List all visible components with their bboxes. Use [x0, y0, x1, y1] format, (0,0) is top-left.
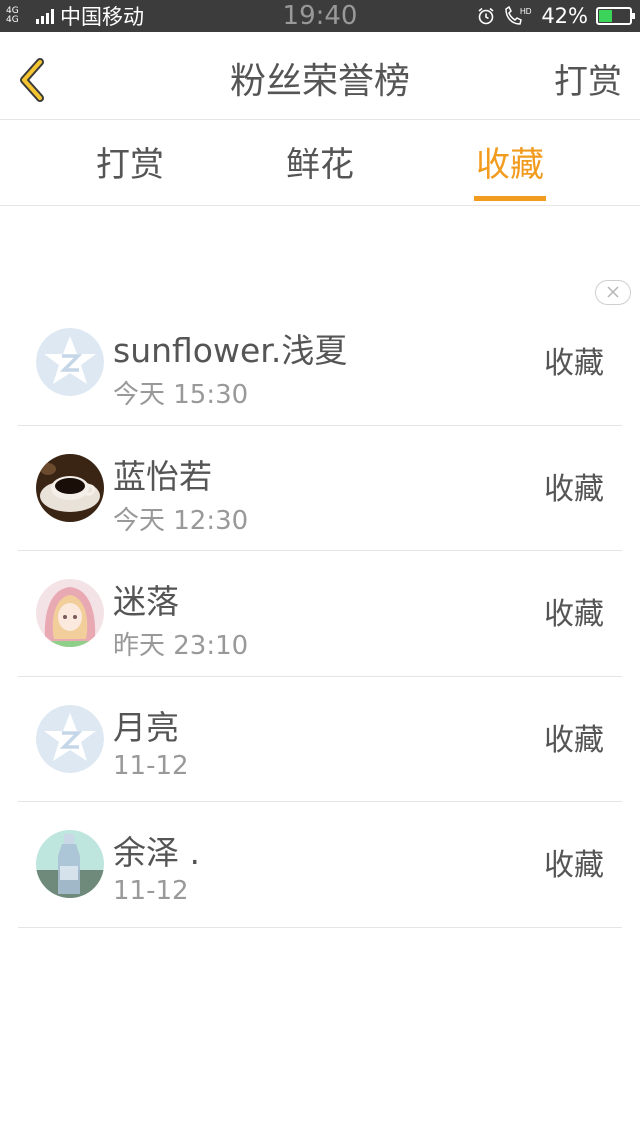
- list-item[interactable]: sunflower.浅夏 今天 15:30 收藏: [18, 300, 622, 426]
- anime-girl-avatar[interactable]: [36, 579, 104, 647]
- reward-button[interactable]: 打赏: [554, 32, 622, 120]
- bottle-photo-avatar[interactable]: [36, 830, 104, 898]
- list-item[interactable]: 迷落 昨天 23:10 收藏: [18, 551, 622, 677]
- fan-action: 收藏: [544, 848, 604, 883]
- tab-favorites[interactable]: 收藏: [440, 121, 580, 206]
- tab-reward[interactable]: 打赏: [60, 121, 200, 206]
- fan-list: sunflower.浅夏 今天 15:30 收藏 蓝怡若 今天 12:30 收藏: [18, 300, 622, 928]
- chevron-left-icon: [20, 58, 44, 102]
- status-bar: 4G 4G 中国移动 19:40 HD 42%: [0, 0, 640, 32]
- fan-time: 11-12: [113, 750, 189, 781]
- coffee-cup-avatar[interactable]: [36, 453, 104, 522]
- fan-name[interactable]: 月亮: [113, 701, 179, 749]
- tab-label: 收藏: [476, 145, 544, 185]
- tab-label: 鲜花: [286, 145, 354, 185]
- fan-name[interactable]: 余泽 .: [113, 826, 200, 874]
- battery-percent: 42%: [541, 4, 588, 28]
- battery-fill: [599, 10, 612, 22]
- list-item[interactable]: 余泽 . 11-12 收藏: [18, 802, 622, 928]
- fan-action: 收藏: [544, 471, 604, 507]
- app-header: 粉丝荣誉榜 打赏: [0, 32, 640, 120]
- list-item[interactable]: 月亮 11-12 收藏: [18, 677, 622, 802]
- tab-label: 打赏: [96, 145, 164, 185]
- active-tab-indicator: [474, 196, 546, 201]
- hd-call-icon: HD: [505, 6, 532, 25]
- fan-action: 收藏: [544, 346, 604, 381]
- fan-action: 收藏: [544, 722, 604, 758]
- fan-time: 11-12: [113, 876, 189, 906]
- alarm-icon: [478, 7, 494, 25]
- qq-default-avatar[interactable]: [36, 704, 104, 773]
- fan-name[interactable]: 蓝怡若: [113, 450, 212, 498]
- fan-time: 昨天 23:10: [113, 631, 249, 661]
- tab-bar: 打赏 鲜花 收藏: [0, 121, 640, 206]
- fan-action: 收藏: [544, 597, 604, 632]
- back-button[interactable]: [14, 56, 58, 102]
- page-title: 粉丝荣誉榜: [229, 61, 410, 102]
- fan-time: 今天 15:30: [113, 380, 249, 410]
- fan-name[interactable]: sunflower.浅夏: [113, 324, 347, 372]
- fan-time: 今天 12:30: [113, 505, 249, 536]
- qq-default-avatar[interactable]: [36, 328, 104, 396]
- hd-label: HD: [520, 7, 532, 16]
- tab-flowers[interactable]: 鲜花: [250, 121, 390, 206]
- list-item[interactable]: 蓝怡若 今天 12:30 收藏: [18, 426, 622, 551]
- fan-name[interactable]: 迷落: [113, 575, 179, 623]
- battery-icon: [596, 7, 635, 25]
